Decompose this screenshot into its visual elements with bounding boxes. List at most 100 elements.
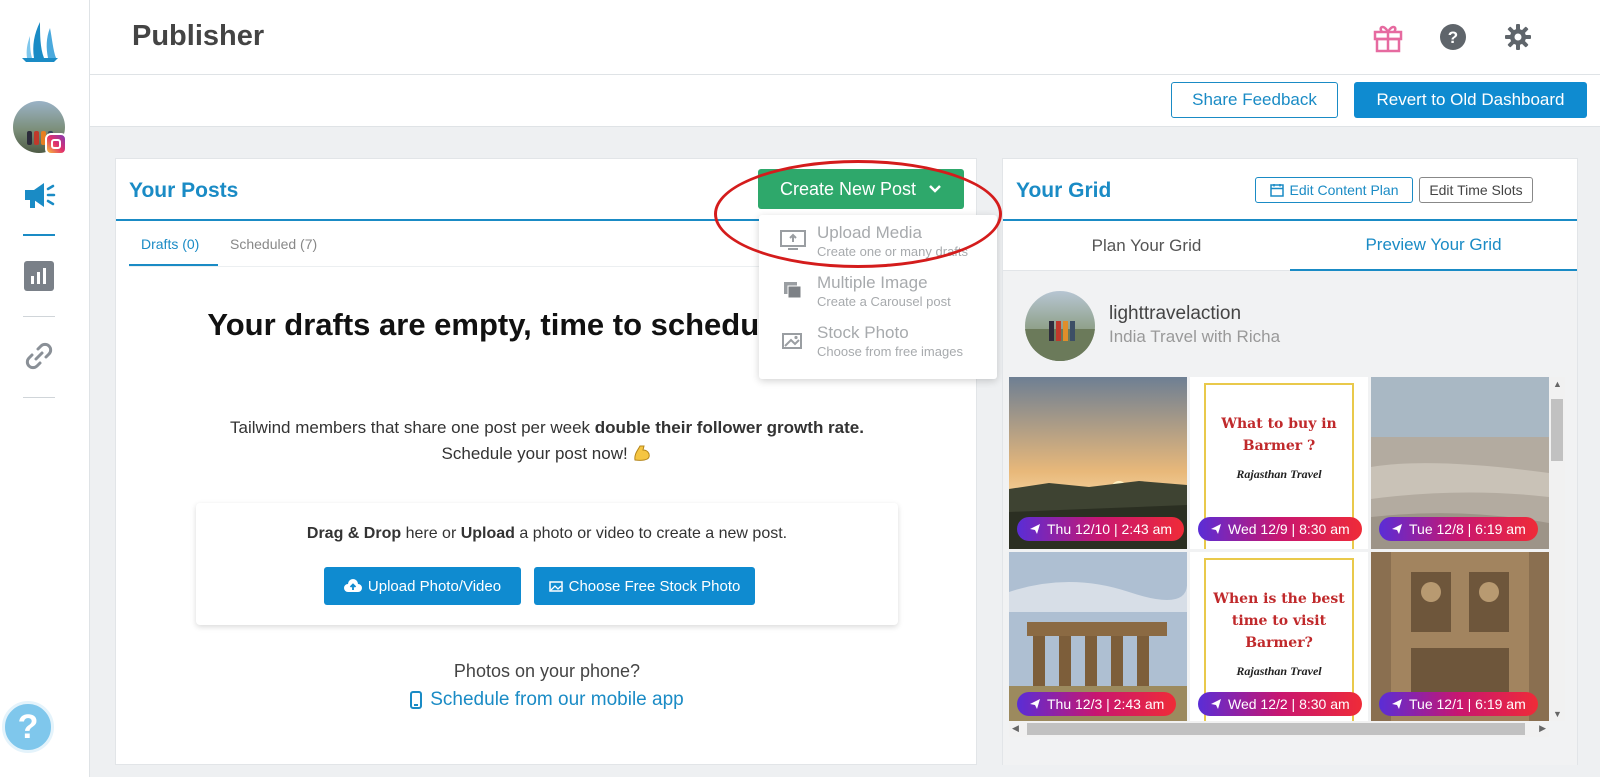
account-avatar[interactable] [13,101,67,155]
your-posts-header: Your Posts Create New Post [116,159,976,221]
flexed-biceps-icon [634,445,651,461]
poster-title: What to buy in Barmer ? [1221,416,1337,454]
upload-photo-video-label: Upload Photo/Video [367,577,502,595]
grid-preview: lighttravelaction India Travel with Rich… [1003,271,1577,765]
revert-dashboard-button[interactable]: Revert to Old Dashboard [1354,82,1587,118]
chevron-down-icon [929,185,941,193]
link-icon[interactable] [21,338,57,374]
poster-subtitle: Rajasthan Travel [1236,664,1322,678]
your-grid-header: Your Grid Edit Content Plan Edit Time Sl… [1003,159,1577,221]
your-grid-title: Your Grid [1016,179,1112,202]
send-icon [1030,524,1040,534]
cloud-upload-icon [343,579,362,592]
schedule-badge: Tue 12/8 | 6:19 am [1379,517,1538,541]
schedule-badge: Thu 12/10 | 2:43 am [1017,517,1185,541]
grid-tiles: Thu 12/10 | 2:43 am What to buy in Barme… [1009,377,1549,721]
gift-icon[interactable] [1371,20,1405,54]
help-chat-button[interactable]: ? [2,701,54,753]
drop-instructions: Drag & Drop here or Upload a photo or vi… [196,525,898,543]
stock-photo-title: Stock Photo [817,323,909,342]
desc-line2: Schedule your post now! [441,444,628,463]
drop-text-2: a photo or video to create a new post. [514,525,788,542]
grid-tile[interactable]: Thu 12/3 | 2:43 am [1009,552,1187,721]
grid-tile[interactable]: Thu 12/10 | 2:43 am [1009,377,1187,549]
publisher-megaphone-icon[interactable] [21,177,57,213]
choose-stock-photo-button[interactable]: Choose Free Stock Photo [534,567,755,605]
scroll-right-icon[interactable]: ▶ [1539,723,1546,734]
mobile-app-link[interactable]: Schedule from our mobile app [116,689,978,711]
schedule-time: Thu 12/10 | 2:43 am [1047,521,1173,537]
grid-tabs: Plan Your Grid Preview Your Grid [1003,221,1577,271]
create-new-post-label: Create New Post [779,178,917,199]
dropdown-item-upload-media[interactable]: Upload Media Create one or many drafts [759,215,997,265]
scroll-up-icon[interactable]: ▲ [1553,379,1562,389]
grid-tile[interactable]: What to buy in Barmer ? Rajasthan Travel… [1190,377,1368,549]
vertical-scroll-thumb[interactable] [1551,399,1563,461]
calendar-icon [1269,184,1284,197]
horizontal-scrollbar[interactable]: ◀ ▶ [1009,721,1549,737]
vertical-scrollbar[interactable]: ▲ ▼ [1549,377,1565,721]
desc-bold-text: double their follower growth rate. [594,418,864,437]
schedule-badge: Tue 12/1 | 6:19 am [1379,692,1538,716]
stock-photo-subtitle: Choose from free images [817,344,963,359]
tab-scheduled[interactable]: Scheduled (7) [218,232,338,266]
create-post-dropdown: Upload Media Create one or many drafts M… [759,215,997,379]
sidebar: ? [0,0,90,777]
schedule-badge: Wed 12/2 | 8:30 am [1198,692,1362,716]
dropdown-item-stock-photo[interactable]: Stock Photo Choose from free images [759,315,997,365]
scroll-down-icon[interactable]: ▼ [1553,709,1562,719]
grid-tile[interactable]: When is the best time to visit Barmer? R… [1190,552,1368,721]
drag-drop-upload-area[interactable]: Drag & Drop here or Upload a photo or vi… [196,503,898,625]
monitor-upload-icon [780,229,806,251]
settings-gear-icon[interactable] [1501,20,1535,54]
tab-preview-your-grid[interactable]: Preview Your Grid [1290,221,1577,271]
your-grid-panel: Your Grid Edit Content Plan Edit Time Sl… [1002,158,1578,765]
upload-photo-video-button[interactable]: Upload Photo/Video [324,567,521,605]
send-icon [1392,699,1402,709]
analytics-chart-icon[interactable] [21,258,57,294]
mobile-app-link-label: Schedule from our mobile app [430,689,684,710]
grid-tile[interactable]: Tue 12/8 | 6:19 am [1371,377,1549,549]
tailwind-logo-icon[interactable] [20,20,60,62]
choose-stock-photo-label: Choose Free Stock Photo [568,577,741,595]
page-title: Publisher [132,20,265,52]
top-header: Publisher ? [90,0,1600,75]
empty-drafts-description: Tailwind members that share one post per… [116,415,978,467]
horizontal-scroll-thumb[interactable] [1027,723,1525,735]
sidebar-divider [23,397,55,398]
mobile-phone-icon [410,691,423,709]
upload-media-subtitle: Create one or many drafts [817,244,969,259]
drop-bold-1: Drag & Drop [306,525,402,542]
schedule-time: Wed 12/9 | 8:30 am [1228,521,1350,537]
send-icon [1030,699,1040,709]
schedule-badge: Wed 12/9 | 8:30 am [1198,517,1362,541]
edit-content-plan-label: Edit Content Plan [1289,182,1399,198]
share-feedback-button[interactable]: Share Feedback [1171,82,1338,118]
desc-text: Tailwind members that share one post per… [230,418,595,437]
edit-time-slots-button[interactable]: Edit Time Slots [1419,177,1533,203]
profile-avatar [1025,291,1095,361]
upload-media-title: Upload Media [817,223,922,242]
edit-content-plan-button[interactable]: Edit Content Plan [1255,177,1413,203]
schedule-time: Tue 12/8 | 6:19 am [1409,521,1526,537]
tab-drafts[interactable]: Drafts (0) [129,232,218,266]
stock-photo-icon [548,581,563,592]
help-question-icon[interactable]: ? [1436,20,1470,54]
active-indicator [23,234,55,236]
scroll-left-icon[interactable]: ◀ [1012,723,1019,734]
profile-username: lighttravelaction [1109,303,1242,324]
tab-plan-your-grid[interactable]: Plan Your Grid [1003,221,1290,271]
drop-text-1: here or [401,525,461,542]
schedule-badge: Thu 12/3 | 2:43 am [1017,692,1177,716]
your-posts-title: Your Posts [129,179,239,202]
grid-tile[interactable]: Tue 12/1 | 6:19 am [1371,552,1549,721]
stacked-images-icon [780,279,806,301]
schedule-time: Thu 12/3 | 2:43 am [1047,696,1165,712]
send-icon [1211,699,1221,709]
multiple-image-subtitle: Create a Carousel post [817,294,951,309]
schedule-time: Wed 12/2 | 8:30 am [1228,696,1350,712]
dropdown-item-multiple-image[interactable]: Multiple Image Create a Carousel post [759,265,997,315]
create-new-post-button[interactable]: Create New Post [758,169,964,209]
svg-text:?: ? [1448,28,1458,47]
instagram-icon [45,133,67,155]
